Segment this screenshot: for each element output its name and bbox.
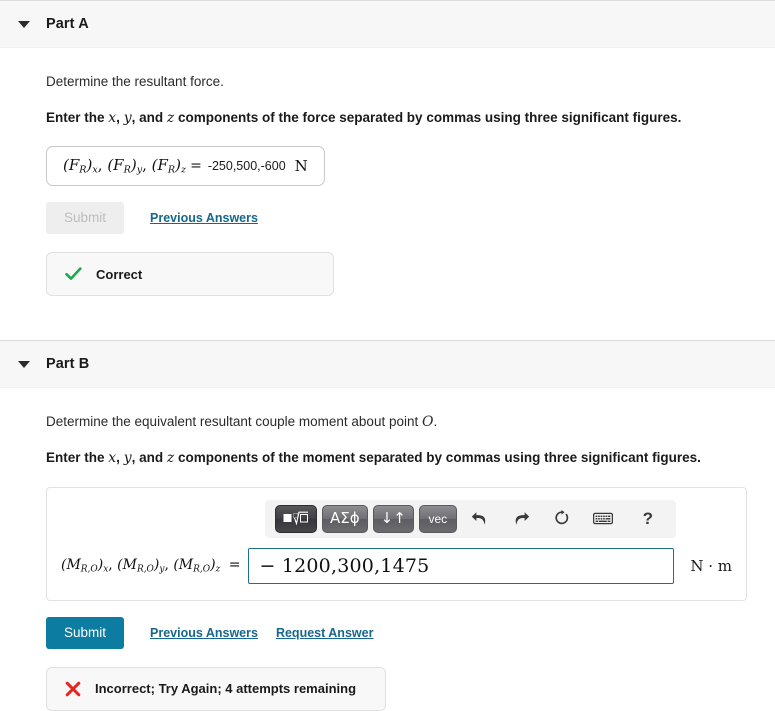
- part-b-request-answer-link[interactable]: Request Answer: [276, 626, 373, 640]
- part-b-answer-label: (MR,O)x, (MR,O)y, (MR,O)z =: [61, 556, 241, 575]
- part-b-instruction: Enter the x, y, and z components of the …: [46, 448, 775, 468]
- part-b-answer-panel: □ ΑΣϕ ↓↑ vec ? (MR,O)x, (MR,O)y, (MR,O)z…: [46, 486, 747, 601]
- part-a-spacer: [0, 296, 775, 340]
- part-a-actions: Submit Previous Answers: [46, 201, 775, 235]
- instruction-text-post: components of the moment separated by co…: [174, 450, 701, 466]
- vector-button[interactable]: vec: [418, 504, 457, 533]
- part-a-previous-answers-link[interactable]: Previous Answers: [150, 211, 258, 225]
- part-a-equals-sign: =: [190, 157, 202, 174]
- help-icon[interactable]: ?: [636, 507, 660, 531]
- part-a-answer-value: -250,500,-600: [207, 158, 286, 173]
- part-a-feedback-text: Correct: [96, 266, 143, 282]
- part-b-previous-answers-link[interactable]: Previous Answers: [150, 626, 258, 640]
- instruction-var-y: y: [123, 450, 132, 467]
- instruction-var-x: x: [108, 109, 117, 126]
- arrows-button[interactable]: ↓↑: [372, 504, 414, 533]
- part-b-body: Determine the equivalent resultant coupl…: [0, 412, 775, 711]
- part-b-answer-unit: N · m: [690, 556, 732, 575]
- vector-label: vec: [428, 511, 448, 526]
- part-a-instruction: Enter the x, y, and z components of the …: [46, 108, 775, 128]
- part-b-prompt-post: .: [433, 414, 438, 430]
- part-b-feedback-text: Incorrect; Try Again; 4 attempts remaini…: [95, 681, 357, 697]
- cross-icon: [65, 681, 81, 697]
- part-a-prompt: Determine the resultant force.: [46, 74, 224, 89]
- greek-symbols-button[interactable]: ΑΣϕ: [322, 504, 368, 533]
- instruction-var-y: y: [123, 109, 132, 126]
- instruction-var-x: x: [108, 450, 117, 467]
- part-b-header[interactable]: Part B: [0, 340, 775, 389]
- check-icon: [65, 267, 82, 281]
- math-toolbar-row: □ ΑΣϕ ↓↑ vec ?: [61, 499, 732, 538]
- instruction-text-pre: Enter the: [46, 109, 109, 125]
- caret-down-icon[interactable]: [18, 20, 30, 28]
- part-b-prompt: Determine the equivalent resultant coupl…: [46, 412, 775, 432]
- part-b-title: Part B: [46, 356, 90, 373]
- arrows-label: ↓↑: [380, 509, 406, 528]
- template-root-button[interactable]: □: [275, 504, 317, 533]
- instruction-sep-2: , and: [131, 450, 167, 466]
- part-a-answer-label: (FR)x, (FR)y, (FR)z: [63, 156, 187, 176]
- part-b-equals-sign: =: [228, 556, 241, 573]
- part-b-input-row: (MR,O)x, (MR,O)y, (MR,O)z = − 1200,300,1…: [61, 547, 732, 584]
- caret-down-icon[interactable]: [18, 360, 30, 368]
- math-toolbar: □ ΑΣϕ ↓↑ vec ?: [265, 499, 676, 538]
- part-b-submit-button[interactable]: Submit: [46, 616, 125, 649]
- part-b-actions: Submit Previous Answers Request Answer: [46, 616, 775, 649]
- part-a-title: Part A: [46, 16, 89, 32]
- redo-icon[interactable]: [509, 507, 533, 531]
- reset-icon[interactable]: [550, 507, 574, 531]
- instruction-sep-2: , and: [131, 109, 167, 125]
- part-b-prompt-var: O: [421, 414, 434, 431]
- part-a-answer-unit: N: [294, 156, 308, 175]
- instruction-text-pre: Enter the: [46, 450, 109, 466]
- undo-icon[interactable]: [468, 507, 492, 531]
- part-b-feedback-banner: Incorrect; Try Again; 4 attempts remaini…: [46, 666, 386, 711]
- part-b-answer-value: − 1200,300,1475: [259, 554, 430, 577]
- instruction-sep-1: ,: [116, 109, 124, 125]
- instruction-text-post: components of the force separated by com…: [174, 109, 682, 125]
- greek-symbols-label: ΑΣϕ: [330, 509, 360, 528]
- part-a-body: Determine the resultant force. Enter the…: [0, 72, 775, 297]
- part-a-submit-button[interactable]: Submit: [46, 201, 125, 235]
- keyboard-icon[interactable]: [591, 507, 615, 531]
- part-b-prompt-pre: Determine the equivalent resultant coupl…: [46, 414, 422, 430]
- part-a-header[interactable]: Part A: [0, 0, 775, 48]
- instruction-sep-1: ,: [116, 450, 124, 466]
- part-a-answer-box: (FR)x, (FR)y, (FR)z = -250,500,-600 N: [46, 145, 325, 186]
- problem-page: Part A Determine the resultant force. En…: [0, 0, 775, 711]
- part-a-feedback-banner: Correct: [46, 252, 334, 297]
- part-b-answer-input[interactable]: − 1200,300,1475: [248, 547, 675, 584]
